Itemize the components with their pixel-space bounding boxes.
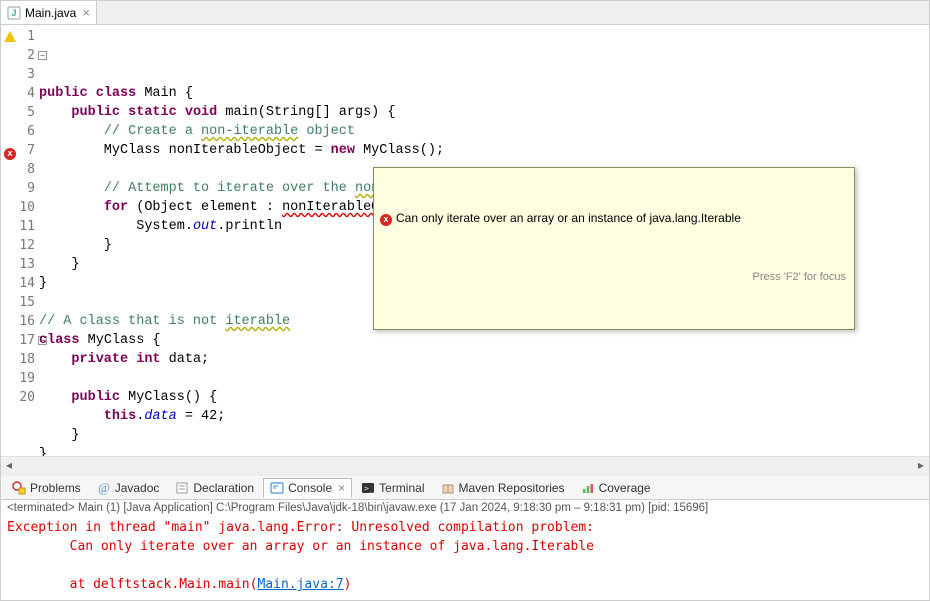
code-line[interactable]: this.data = 42; (39, 407, 929, 426)
console-output[interactable]: Exception in thread "main" java.lang.Err… (1, 516, 929, 600)
warning-marker-icon (2, 29, 16, 43)
close-icon[interactable]: × (338, 481, 345, 495)
coverage-icon (581, 481, 595, 495)
bottom-panel: Problems @ Javadoc Declaration Console × >_ Ter… (1, 472, 929, 600)
line-number: 2− (1, 46, 39, 65)
line-number: 18 (1, 350, 39, 369)
line-number: 15 (1, 293, 39, 312)
error-icon: x (380, 209, 392, 228)
scroll-left-icon[interactable]: ◂ (1, 457, 17, 473)
maven-icon (441, 481, 455, 495)
tooltip-hint: Press 'F2' for focus (378, 267, 850, 289)
console-header: <terminated> Main (1) [Java Application]… (1, 500, 929, 516)
error-tooltip: x Can only iterate over an array or an i… (373, 167, 855, 330)
svg-text:>_: >_ (364, 484, 374, 493)
view-tab-label: Console (288, 481, 332, 495)
javadoc-icon: @ (97, 481, 111, 495)
stacktrace-link[interactable]: Main.java:7 (257, 577, 343, 592)
code-line[interactable]: public MyClass() { (39, 388, 929, 407)
line-number: 1 (1, 27, 39, 46)
line-number: 9 (1, 179, 39, 198)
views-tab-bar: Problems @ Javadoc Declaration Console × >_ Ter… (1, 476, 929, 500)
line-number: 10 (1, 198, 39, 217)
code-line[interactable]: MyClass nonIterableObject = new MyClass(… (39, 141, 929, 160)
view-tab-coverage[interactable]: Coverage (574, 478, 658, 498)
line-number: 7x (1, 141, 39, 160)
editor-tab-bar: J Main.java × (1, 1, 929, 25)
code-line[interactable]: } (39, 445, 929, 456)
code-area[interactable]: public class Main { public static void m… (39, 25, 929, 456)
terminal-icon: >_ (361, 481, 375, 495)
code-line[interactable]: class MyClass { (39, 331, 929, 350)
code-line[interactable]: public static void main(String[] args) { (39, 103, 929, 122)
code-editor[interactable]: 12−34567x891011121314151617−181920 publi… (1, 25, 929, 456)
view-tab-console[interactable]: Console × (263, 478, 352, 498)
problems-icon (12, 481, 26, 495)
line-number: 11 (1, 217, 39, 236)
line-number: 14 (1, 274, 39, 293)
code-line[interactable]: // Create a non-iterable object (39, 122, 929, 141)
view-tab-label: Declaration (193, 481, 254, 495)
view-tab-maven[interactable]: Maven Repositories (434, 478, 572, 498)
editor-tab-label: Main.java (25, 6, 76, 20)
line-number: 16 (1, 312, 39, 331)
view-tab-label: Javadoc (115, 481, 160, 495)
line-number: 13 (1, 255, 39, 274)
line-number: 6 (1, 122, 39, 141)
code-line[interactable]: private int data; (39, 350, 929, 369)
line-number: 4 (1, 84, 39, 103)
line-number: 20 (1, 388, 39, 407)
close-icon[interactable]: × (82, 5, 90, 20)
code-line[interactable] (39, 369, 929, 388)
declaration-icon (175, 481, 189, 495)
view-tab-javadoc[interactable]: @ Javadoc (90, 478, 167, 498)
view-tab-label: Problems (30, 481, 81, 495)
svg-text:@: @ (98, 481, 110, 495)
view-tab-label: Terminal (379, 481, 424, 495)
view-tab-problems[interactable]: Problems (5, 478, 88, 498)
editor-horizontal-scrollbar[interactable]: ◂ ▸ (1, 456, 929, 472)
line-number: 8 (1, 160, 39, 179)
view-tab-declaration[interactable]: Declaration (168, 478, 261, 498)
line-number: 17− (1, 331, 39, 350)
error-marker-icon: x (2, 143, 16, 157)
line-number: 5 (1, 103, 39, 122)
editor-tab-main[interactable]: J Main.java × (1, 1, 97, 24)
view-tab-label: Coverage (599, 481, 651, 495)
svg-text:J: J (11, 8, 16, 18)
java-file-icon: J (7, 6, 21, 20)
tooltip-message: Can only iterate over an array or an ins… (396, 209, 741, 228)
view-tab-terminal[interactable]: >_ Terminal (354, 478, 431, 498)
scroll-right-icon[interactable]: ▸ (913, 457, 929, 473)
code-line[interactable]: public class Main { (39, 84, 929, 103)
line-number: 19 (1, 369, 39, 388)
line-number: 12 (1, 236, 39, 255)
line-number-gutter: 12−34567x891011121314151617−181920 (1, 25, 39, 456)
console-icon (270, 481, 284, 495)
view-tab-label: Maven Repositories (459, 481, 565, 495)
code-line[interactable]: } (39, 426, 929, 445)
line-number: 3 (1, 65, 39, 84)
